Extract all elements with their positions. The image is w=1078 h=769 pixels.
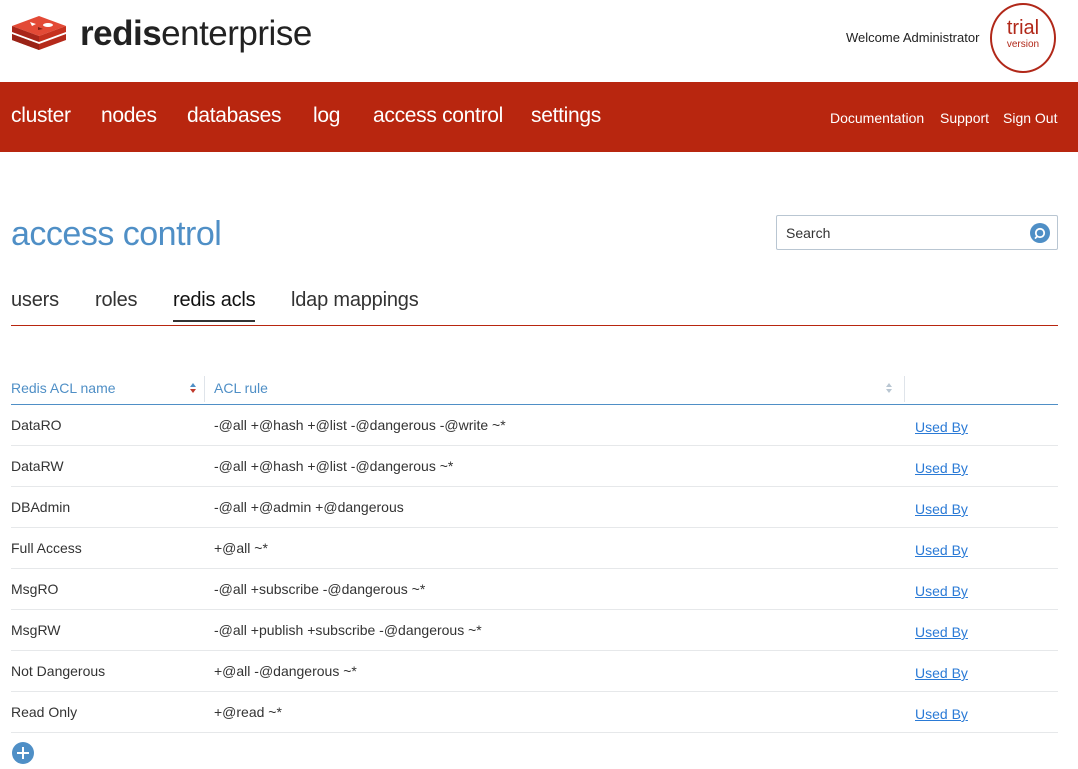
nav-item-access-control[interactable]: access control <box>373 104 503 128</box>
redis-logo[interactable]: redisenterprise <box>10 14 312 54</box>
acl-rule-cell: -@all +@hash +@list -@dangerous ~* <box>214 458 454 474</box>
table-row: DBAdmin -@all +@admin +@dangerous Used By <box>11 487 1058 528</box>
used-by-link[interactable]: Used By <box>915 460 968 476</box>
redis-logo-icon <box>12 16 66 50</box>
table-row: Full Access +@all ~* Used By <box>11 528 1058 569</box>
acl-name-cell: Full Access <box>11 540 82 556</box>
acl-table: Redis ACL name ACL rule DataRO -@all +@ha… <box>11 372 1058 733</box>
nav-item-settings[interactable]: settings <box>531 104 601 128</box>
search-icon <box>1034 227 1046 239</box>
main-nav: cluster nodes databases log access contr… <box>0 82 1078 152</box>
search-box <box>776 215 1058 250</box>
used-by-link[interactable]: Used By <box>915 583 968 599</box>
trial-version-badge: trial version <box>990 3 1056 73</box>
used-by-link[interactable]: Used By <box>915 706 968 722</box>
used-by-link[interactable]: Used By <box>915 501 968 517</box>
column-header-rule[interactable]: ACL rule <box>214 380 268 396</box>
nav-item-nodes[interactable]: nodes <box>101 104 157 128</box>
welcome-text: Welcome Administrator <box>846 30 980 45</box>
logo-text-light: enterprise <box>161 14 312 53</box>
acl-name-cell: DataRW <box>11 458 64 474</box>
acl-rule-cell: +@all ~* <box>214 540 268 556</box>
tab-redis-acls[interactable]: redis acls <box>173 289 256 322</box>
table-row: DataRW -@all +@hash +@list -@dangerous ~*… <box>11 446 1058 487</box>
acl-rule-cell: -@all +subscribe -@dangerous ~* <box>214 581 426 597</box>
sort-icon[interactable] <box>189 382 197 394</box>
tab-ldap-mappings[interactable]: ldap mappings <box>291 289 419 312</box>
support-link[interactable]: Support <box>940 110 989 126</box>
acl-rule-cell: -@all +@admin +@dangerous <box>214 499 404 515</box>
used-by-link[interactable]: Used By <box>915 419 968 435</box>
tab-users[interactable]: users <box>11 289 59 312</box>
table-row: Read Only +@read ~* Used By <box>11 692 1058 733</box>
top-header: redisenterprise Welcome Administrator tr… <box>0 0 1078 82</box>
logo-text-bold: redis <box>80 14 162 53</box>
table-row: MsgRO -@all +subscribe -@dangerous ~* Used… <box>11 569 1058 610</box>
nav-item-databases[interactable]: databases <box>187 104 282 128</box>
tab-bar: users roles redis acls ldap mappings <box>11 285 1058 326</box>
acl-name-cell: MsgRO <box>11 581 59 597</box>
column-divider <box>904 376 905 402</box>
used-by-link[interactable]: Used By <box>915 665 968 681</box>
acl-name-cell: Not Dangerous <box>11 663 106 679</box>
badge-line1: trial <box>1006 17 1040 39</box>
table-row: DataRO -@all +@hash +@list -@dangerous -@… <box>11 405 1058 446</box>
table-row: MsgRW -@all +publish +subscribe -@dangero… <box>11 610 1058 651</box>
sort-icon[interactable] <box>885 382 893 394</box>
table-body: DataRO -@all +@hash +@list -@dangerous -@… <box>11 405 1058 733</box>
acl-name-cell: DBAdmin <box>11 499 71 515</box>
acl-name-cell: DataRO <box>11 417 62 433</box>
column-divider <box>204 376 205 402</box>
table-header: Redis ACL name ACL rule <box>11 372 1058 405</box>
used-by-link[interactable]: Used By <box>915 624 968 640</box>
search-button[interactable] <box>1030 223 1050 243</box>
acl-name-cell: MsgRW <box>11 622 61 638</box>
nav-item-log[interactable]: log <box>313 104 340 128</box>
acl-rule-cell: -@all +@hash +@list -@dangerous -@write … <box>214 417 506 433</box>
acl-rule-cell: +@read ~* <box>214 704 282 720</box>
search-input[interactable] <box>777 216 1017 249</box>
documentation-link[interactable]: Documentation <box>830 110 924 126</box>
acl-rule-cell: +@all -@dangerous ~* <box>214 663 357 679</box>
table-row: Not Dangerous +@all -@dangerous ~* Used By <box>11 651 1058 692</box>
column-header-name[interactable]: Redis ACL name <box>11 380 116 396</box>
acl-name-cell: Read Only <box>11 704 78 720</box>
sign-out-link[interactable]: Sign Out <box>1003 110 1057 126</box>
acl-rule-cell: -@all +publish +subscribe -@dangerous ~* <box>214 622 482 638</box>
tab-roles[interactable]: roles <box>95 289 138 312</box>
add-acl-button[interactable] <box>12 742 34 764</box>
page-title: access control <box>11 215 222 253</box>
used-by-link[interactable]: Used By <box>915 542 968 558</box>
badge-line2: version <box>1006 39 1040 50</box>
nav-item-cluster[interactable]: cluster <box>11 104 71 128</box>
